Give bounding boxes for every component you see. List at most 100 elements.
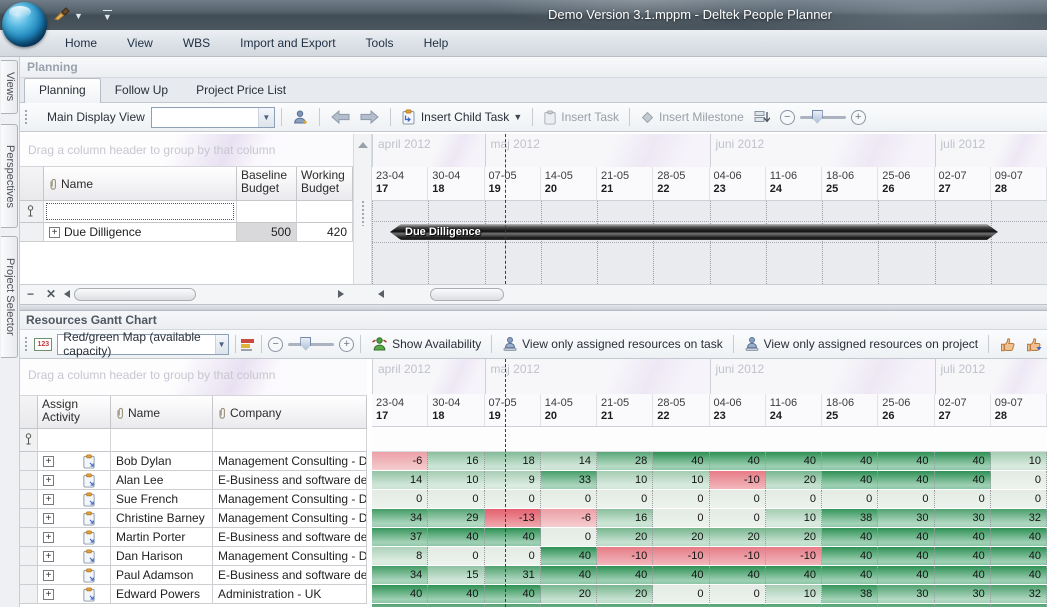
- week-header-02-07[interactable]: 02-0727: [935, 394, 991, 426]
- rail-tab-project-selector[interactable]: Project Selector: [1, 236, 18, 358]
- heatmap-cell[interactable]: 0: [541, 490, 597, 508]
- assign-resource-button[interactable]: [288, 107, 313, 127]
- heatmap-cell[interactable]: 29: [428, 509, 484, 527]
- scroll-up-icon[interactable]: [358, 142, 368, 148]
- heatmap-cell[interactable]: 10: [653, 471, 709, 489]
- assign-activity-icon[interactable]: [82, 587, 96, 602]
- heatmap-cell[interactable]: 40: [822, 471, 878, 489]
- week-header-14-05[interactable]: 14-0520: [541, 167, 597, 200]
- zoom-in-icon[interactable]: +: [339, 337, 354, 352]
- heatmap-cell[interactable]: 0: [710, 585, 766, 603]
- resource-name[interactable]: Christine Barney: [111, 509, 213, 528]
- filter-input-name[interactable]: [111, 429, 213, 452]
- filter-input-name[interactable]: [44, 201, 237, 223]
- heatmap-cell[interactable]: 40: [822, 452, 878, 470]
- zoom-slider[interactable]: [288, 343, 334, 346]
- tab-planning[interactable]: Planning: [24, 78, 101, 103]
- table-row[interactable]: +Paul AdamsonE-Business and software dev…: [20, 566, 367, 585]
- heatmap-cell[interactable]: 20: [597, 585, 653, 603]
- heatmap-cell[interactable]: 14: [541, 452, 597, 470]
- pane-splitter[interactable]: [20, 304, 1047, 311]
- heatmap-cell[interactable]: 40: [766, 566, 822, 584]
- filter-input-working[interactable]: [297, 201, 353, 223]
- week-header-04-06[interactable]: 04-0623: [710, 394, 766, 426]
- number-map-icon[interactable]: 123: [34, 338, 52, 351]
- heatmap-cell[interactable]: -10: [766, 547, 822, 565]
- menu-item-tools[interactable]: Tools: [351, 32, 409, 54]
- gantt-scroll-left-icon[interactable]: [378, 290, 384, 298]
- heatmap-cell[interactable]: 0: [710, 490, 766, 508]
- chevron-down-icon[interactable]: ▼: [513, 112, 522, 122]
- menu-item-wbs[interactable]: WBS: [168, 32, 225, 54]
- scroll-left-icon[interactable]: [64, 290, 70, 298]
- expand-icon[interactable]: +: [49, 227, 60, 238]
- week-header-09-07[interactable]: 09-0728: [991, 394, 1047, 426]
- heatmap-cell[interactable]: -10: [710, 547, 766, 565]
- assign-activity-icon[interactable]: [82, 492, 96, 507]
- column-header-name[interactable]: Name: [111, 396, 213, 429]
- heatmap-cell[interactable]: 33: [541, 471, 597, 489]
- heatmap-cell[interactable]: 40: [653, 566, 709, 584]
- thumbs-up-dropdown-icon[interactable]: [1021, 335, 1047, 354]
- heatmap-cell[interactable]: 40: [822, 547, 878, 565]
- heatmap-cell[interactable]: 20: [766, 471, 822, 489]
- table-row[interactable]: +Due Dilligence 500 420: [20, 223, 353, 242]
- heatmap-cell[interactable]: 40: [485, 585, 541, 603]
- rail-tab-perspectives[interactable]: Perspectives: [1, 124, 18, 228]
- heatmap-cell[interactable]: 40: [878, 452, 934, 470]
- week-header-28-05[interactable]: 28-0522: [653, 167, 709, 200]
- resource-name[interactable]: Alan Lee: [111, 471, 213, 490]
- expand-icon[interactable]: +: [43, 475, 54, 486]
- heatmap-cell[interactable]: 0: [878, 490, 934, 508]
- heatmap-cell[interactable]: 40: [991, 528, 1047, 546]
- heatmap-cell[interactable]: 0: [991, 471, 1047, 489]
- expand-icon[interactable]: +: [43, 589, 54, 600]
- heatmap-cell[interactable]: 15: [428, 566, 484, 584]
- column-header-working-budget[interactable]: Working Budget: [297, 167, 353, 201]
- format-painter-icon[interactable]: [54, 7, 70, 26]
- week-header-04-06[interactable]: 04-0623: [710, 167, 766, 200]
- navigate-forward-button[interactable]: [355, 108, 384, 126]
- heatmap-cell[interactable]: 40: [935, 528, 991, 546]
- gantt-scrollbar-thumb[interactable]: [430, 288, 504, 301]
- heatmap-cell[interactable]: 0: [428, 490, 484, 508]
- app-logo-sphere[interactable]: [2, 2, 47, 47]
- heatmap-cell[interactable]: -10: [710, 471, 766, 489]
- show-availability-button[interactable]: Show Availability: [367, 334, 485, 354]
- table-row[interactable]: +Edward PowersAdministration - UK: [20, 585, 367, 604]
- expand-icon[interactable]: +: [43, 513, 54, 524]
- heatmap-cell[interactable]: 40: [710, 566, 766, 584]
- heatmap-cell[interactable]: 40: [766, 452, 822, 470]
- heatmap-cell[interactable]: 30: [878, 585, 934, 603]
- resource-name[interactable]: Martin Porter: [111, 528, 213, 547]
- tab-follow-up[interactable]: Follow Up: [101, 79, 182, 102]
- expand-icon[interactable]: +: [43, 551, 54, 562]
- heatmap-cell[interactable]: -10: [653, 547, 709, 565]
- combobox-arrow-icon[interactable]: ▼: [258, 108, 274, 127]
- heatmap-cell[interactable]: 20: [597, 528, 653, 546]
- heatmap-cell[interactable]: 0: [485, 490, 541, 508]
- table-row[interactable]: +Alan LeeE-Business and software deve: [20, 471, 367, 490]
- table-row[interactable]: +Christine BarneyManagement Consulting -…: [20, 509, 367, 528]
- week-header-18-06[interactable]: 18-0625: [822, 394, 878, 426]
- heatmap-cell[interactable]: 40: [935, 471, 991, 489]
- zoom-out-icon[interactable]: −: [780, 110, 795, 125]
- toolbar-grip[interactable]: [24, 336, 28, 352]
- expand-icon[interactable]: +: [43, 494, 54, 505]
- heatmap-cell[interactable]: 0: [372, 490, 428, 508]
- zoom-slider-thumb[interactable]: [812, 110, 823, 124]
- column-header-assign-activity[interactable]: Assign Activity: [38, 396, 111, 429]
- outline-level-icon[interactable]: [750, 108, 774, 127]
- navigate-back-button[interactable]: [326, 108, 355, 126]
- expand-icon[interactable]: +: [43, 532, 54, 543]
- week-header-14-05[interactable]: 14-0520: [541, 394, 597, 426]
- heatmap-cell[interactable]: 40: [935, 566, 991, 584]
- column-header-name[interactable]: Name: [44, 167, 237, 201]
- heatmap-cell[interactable]: 31: [485, 566, 541, 584]
- heatmap-cell[interactable]: 30: [935, 585, 991, 603]
- heatmap-cell[interactable]: 9: [485, 471, 541, 489]
- week-header-18-06[interactable]: 18-0625: [822, 167, 878, 200]
- week-header-30-04[interactable]: 30-0418: [428, 167, 484, 200]
- resource-name[interactable]: Bob Dylan: [111, 452, 213, 471]
- gantt-bar-due-dilligence[interactable]: Due Dilligence: [390, 224, 998, 240]
